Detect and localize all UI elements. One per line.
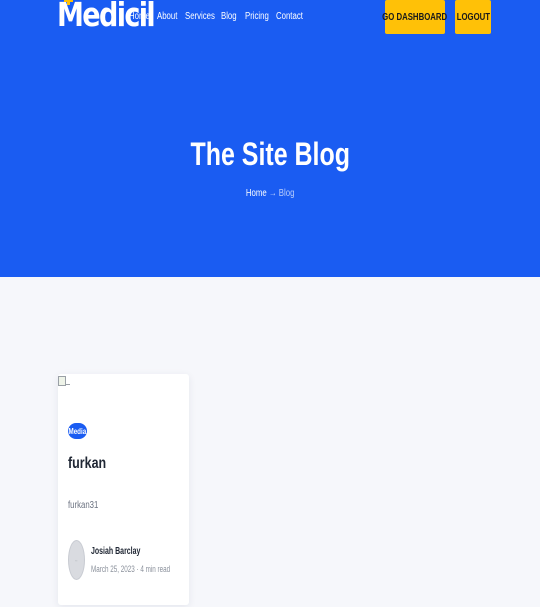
site-logo[interactable]: Medicil (57, 0, 156, 36)
nav-services[interactable]: Services (185, 10, 215, 24)
author-avatar: ◦◦◦ (68, 540, 85, 580)
go-dashboard-button[interactable]: GO DASHBOARD (382, 0, 448, 34)
broken-image-icon[interactable] (58, 376, 70, 388)
post-meta: March 25, 2023 · 4 min read (91, 563, 204, 575)
breadcrumb: Home → Blog (0, 187, 540, 201)
author-name: Josiah Barclay (91, 546, 141, 557)
read-time: 4 min read (140, 564, 171, 574)
nav-home[interactable]: Home (129, 10, 150, 24)
post-date: March 25, 2023 (91, 564, 135, 574)
medical-cross-icon (64, 0, 73, 5)
breadcrumb-home[interactable]: Home (246, 188, 267, 199)
nav-about[interactable]: About (157, 10, 177, 24)
logout-label: LOGOUT (456, 11, 490, 23)
nav-pricing[interactable]: Pricing (245, 10, 269, 24)
logout-button[interactable]: LOGOUT (455, 0, 491, 34)
post-title[interactable]: furkan (68, 454, 117, 474)
category-badge[interactable]: Media (68, 423, 87, 439)
avatar-placeholder-icon: ◦◦◦ (75, 557, 78, 563)
blog-post-card[interactable]: Media furkan furkan31 ◦◦◦ Josiah Barclay… (58, 374, 189, 605)
post-excerpt: furkan31 (68, 500, 99, 511)
nav-blog[interactable]: Blog (221, 10, 237, 24)
breadcrumb-current: Blog (278, 188, 295, 199)
go-dashboard-label: GO DASHBOARD (382, 11, 448, 23)
page-title: The Site Blog (190, 136, 350, 172)
nav-contact[interactable]: Contact (276, 10, 303, 24)
hero-section: Medicil Home About Services Blog Pricing… (0, 0, 540, 277)
breadcrumb-separator: → (268, 188, 277, 199)
